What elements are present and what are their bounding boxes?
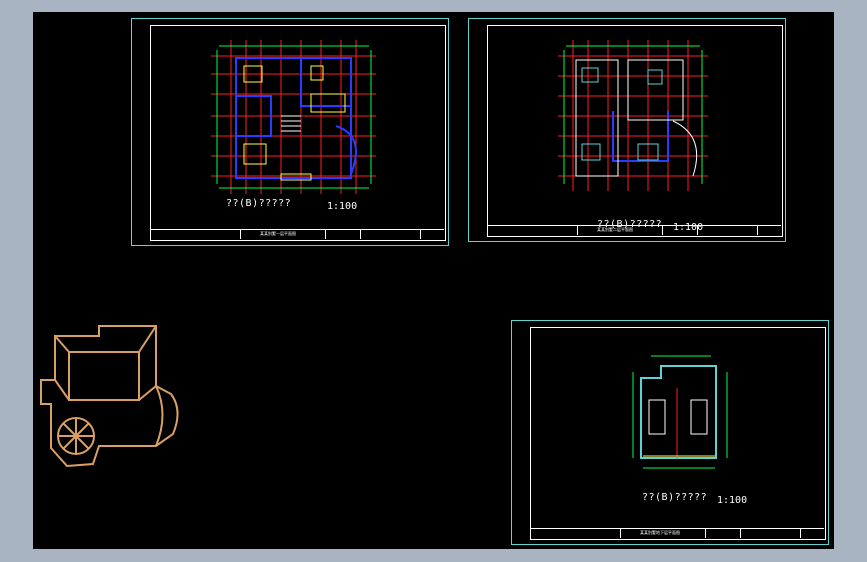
sheet-1-inner-frame bbox=[150, 25, 446, 241]
floor-plan-1-drawing bbox=[211, 40, 376, 194]
sheet-2-titleblock-label: 某某别墅二层平面图 bbox=[597, 227, 633, 232]
sheet-3-titleblock: 某某别墅地下层平面图 bbox=[530, 528, 824, 538]
sheet-2-titleblock: 某某别墅二层平面图 bbox=[487, 225, 781, 235]
sheet-3-title: ??(B)????? bbox=[642, 492, 708, 503]
sheet-3-inner-frame bbox=[530, 327, 826, 540]
sheet-2-inner-frame bbox=[487, 25, 783, 237]
sheet-1-title: ??(B)????? bbox=[226, 198, 292, 209]
sheet-1-scale: 1:100 bbox=[327, 201, 358, 212]
roof-plan-outline[interactable] bbox=[39, 324, 179, 474]
sheet-3-scale: 1:100 bbox=[717, 495, 748, 506]
cad-model-space[interactable]: ??(B)????? 1:100 某某别墅一层平面图 ??(B)????? 1:… bbox=[33, 12, 834, 549]
drawing-sheet-2[interactable]: ??(B)????? 1:100 某某别墅二层平面图 bbox=[468, 18, 786, 242]
basement-plan-drawing bbox=[632, 355, 728, 469]
sheet-3-titleblock-label: 某某别墅地下层平面图 bbox=[640, 530, 680, 535]
sheet-1-titleblock-label: 某某别墅一层平面图 bbox=[260, 231, 296, 236]
floor-plan-2-drawing bbox=[558, 40, 708, 191]
sheet-1-titleblock: 某某别墅一层平面图 bbox=[150, 229, 444, 239]
drawing-sheet-1[interactable]: ??(B)????? 1:100 某某别墅一层平面图 bbox=[131, 18, 449, 246]
drawing-sheet-3[interactable]: ??(B)????? 1:100 某某别墅地下层平面图 bbox=[511, 320, 829, 545]
